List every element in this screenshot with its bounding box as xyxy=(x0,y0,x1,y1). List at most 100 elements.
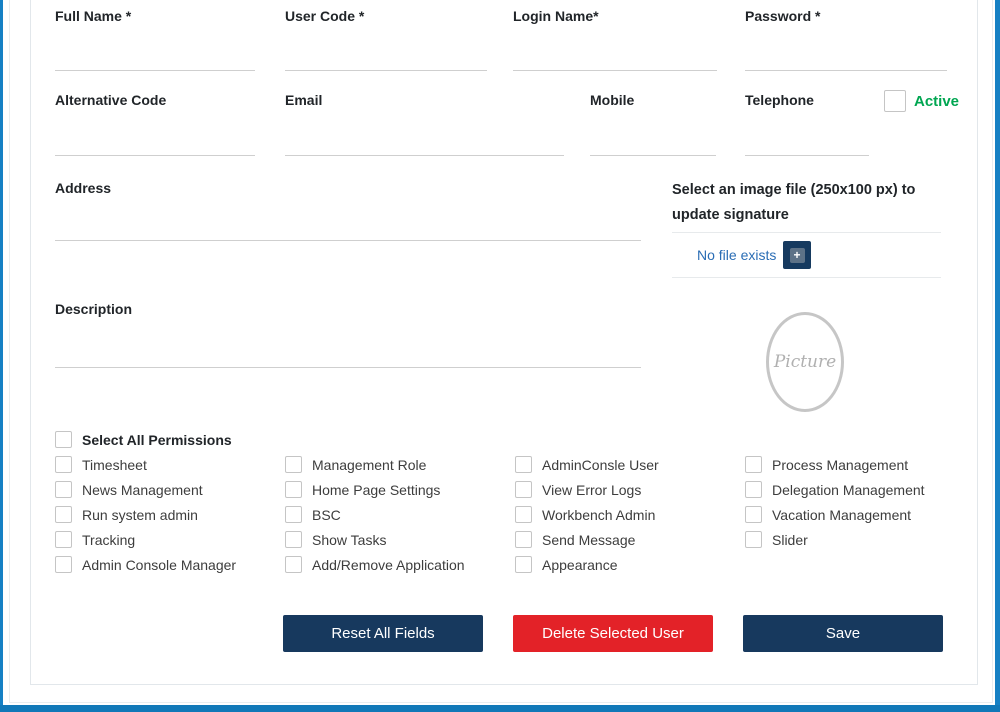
permission-label: AdminConsle User xyxy=(542,456,659,473)
permission-checkbox-add-remove-application[interactable] xyxy=(285,556,302,573)
permissions-column-4: Process Management Delegation Management… xyxy=(745,456,925,556)
permission-checkbox-workbench-admin[interactable] xyxy=(515,506,532,523)
permission-checkbox-process-management[interactable] xyxy=(745,456,762,473)
permission-checkbox-bsc[interactable] xyxy=(285,506,302,523)
permission-checkbox-admin-console-manager[interactable] xyxy=(55,556,72,573)
picture-placeholder[interactable]: Picture xyxy=(766,312,844,412)
full-name-input[interactable] xyxy=(55,36,255,71)
select-all-permissions: Select All Permissions xyxy=(55,431,232,448)
permission-label: Slider xyxy=(772,531,808,548)
permission-checkbox-adminconsle-user[interactable] xyxy=(515,456,532,473)
permission-item: Send Message xyxy=(515,531,659,548)
telephone-label: Telephone xyxy=(745,92,814,108)
permission-item: News Management xyxy=(55,481,236,498)
permission-item: Slider xyxy=(745,531,925,548)
upload-signature-button[interactable]: + xyxy=(783,241,811,269)
active-label: Active xyxy=(914,92,960,110)
page-frame-bottom xyxy=(0,705,1000,712)
permission-item: Delegation Management xyxy=(745,481,925,498)
active-toggle: Active xyxy=(884,90,959,112)
permission-item: Home Page Settings xyxy=(285,481,465,498)
permission-item: Add/Remove Application xyxy=(285,556,465,573)
permission-checkbox-news-management[interactable] xyxy=(55,481,72,498)
permission-label: News Management xyxy=(82,481,203,498)
email-input[interactable] xyxy=(285,121,564,156)
login-name-label: Login Name* xyxy=(513,8,599,24)
permission-item: Show Tasks xyxy=(285,531,465,548)
permissions-column-3: AdminConsle User View Error Logs Workben… xyxy=(515,456,659,581)
permission-label: Run system admin xyxy=(82,506,198,523)
alternative-code-label: Alternative Code xyxy=(55,92,167,108)
permission-label: Home Page Settings xyxy=(312,481,441,498)
page-frame-right xyxy=(995,0,1000,712)
permission-checkbox-appearance[interactable] xyxy=(515,556,532,573)
permission-label: Management Role xyxy=(312,456,427,473)
permission-checkbox-delegation-management[interactable] xyxy=(745,481,762,498)
login-name-input[interactable] xyxy=(513,36,717,71)
select-all-label: Select All Permissions xyxy=(82,431,232,448)
permission-label: BSC xyxy=(312,506,341,523)
permission-label: Vacation Management xyxy=(772,506,912,523)
address-input[interactable] xyxy=(55,200,641,241)
user-code-input[interactable] xyxy=(285,36,487,71)
permission-checkbox-timesheet[interactable] xyxy=(55,456,72,473)
reset-all-fields-button[interactable]: Reset All Fields xyxy=(283,615,483,652)
permission-label: Process Management xyxy=(772,456,909,473)
signature-instruction: Select an image file (250x100 px) to upd… xyxy=(672,182,916,223)
permission-label: Send Message xyxy=(542,531,636,548)
permission-label: View Error Logs xyxy=(542,481,642,498)
active-checkbox[interactable] xyxy=(884,90,906,112)
permission-checkbox-view-error-logs[interactable] xyxy=(515,481,532,498)
permission-label: Add/Remove Application xyxy=(312,556,465,573)
permission-checkbox-vacation-management[interactable] xyxy=(745,506,762,523)
permission-checkbox-run-system-admin[interactable] xyxy=(55,506,72,523)
permission-item: Timesheet xyxy=(55,456,236,473)
permission-checkbox-slider[interactable] xyxy=(745,531,762,548)
permission-item: Tracking xyxy=(55,531,236,548)
permission-label: Workbench Admin xyxy=(542,506,656,523)
mobile-label: Mobile xyxy=(590,92,635,108)
permission-label: Appearance xyxy=(542,556,618,573)
permissions-column-1: Timesheet News Management Run system adm… xyxy=(55,456,236,581)
permission-item: Process Management xyxy=(745,456,925,473)
alternative-code-input[interactable] xyxy=(55,121,255,156)
user-form-page: Full Name * User Code * Login Name* Pass… xyxy=(0,0,1000,712)
permission-label: Show Tasks xyxy=(312,531,387,548)
permission-checkbox-send-message[interactable] xyxy=(515,531,532,548)
permissions-column-2: Management Role Home Page Settings BSC S… xyxy=(285,456,465,581)
permission-checkbox-tracking[interactable] xyxy=(55,531,72,548)
user-code-label: User Code * xyxy=(285,8,365,24)
password-label: Password * xyxy=(745,8,821,24)
permission-label: Admin Console Manager xyxy=(82,556,237,573)
permission-item: View Error Logs xyxy=(515,481,659,498)
permission-checkbox-home-page-settings[interactable] xyxy=(285,481,302,498)
permission-item: Run system admin xyxy=(55,506,236,523)
permission-item: Admin Console Manager xyxy=(55,556,236,573)
permission-label: Tracking xyxy=(82,531,136,548)
description-label: Description xyxy=(55,301,133,317)
save-button[interactable]: Save xyxy=(743,615,943,652)
telephone-input[interactable] xyxy=(745,121,869,156)
permission-item: AdminConsle User xyxy=(515,456,659,473)
permission-checkbox-show-tasks[interactable] xyxy=(285,531,302,548)
address-label: Address xyxy=(55,180,112,196)
permission-item: Workbench Admin xyxy=(515,506,659,523)
permission-label: Delegation Management xyxy=(772,481,925,498)
permission-label: Timesheet xyxy=(82,456,147,473)
permission-checkbox-management-role[interactable] xyxy=(285,456,302,473)
full-name-label: Full Name * xyxy=(55,8,132,24)
permission-item: Management Role xyxy=(285,456,465,473)
permission-item: BSC xyxy=(285,506,465,523)
mobile-input[interactable] xyxy=(590,121,716,156)
page-frame-left xyxy=(0,0,3,712)
picture-placeholder-label: Picture xyxy=(773,352,837,372)
password-input[interactable] xyxy=(745,36,947,71)
plus-icon: + xyxy=(789,247,805,263)
signature-file-status: No file exists xyxy=(697,247,777,263)
signature-file-row: No file exists + xyxy=(672,232,941,278)
delete-selected-user-button[interactable]: Delete Selected User xyxy=(513,615,713,652)
permission-item: Appearance xyxy=(515,556,659,573)
select-all-checkbox[interactable] xyxy=(55,431,72,448)
description-input[interactable] xyxy=(55,327,641,368)
permission-item: Vacation Management xyxy=(745,506,925,523)
